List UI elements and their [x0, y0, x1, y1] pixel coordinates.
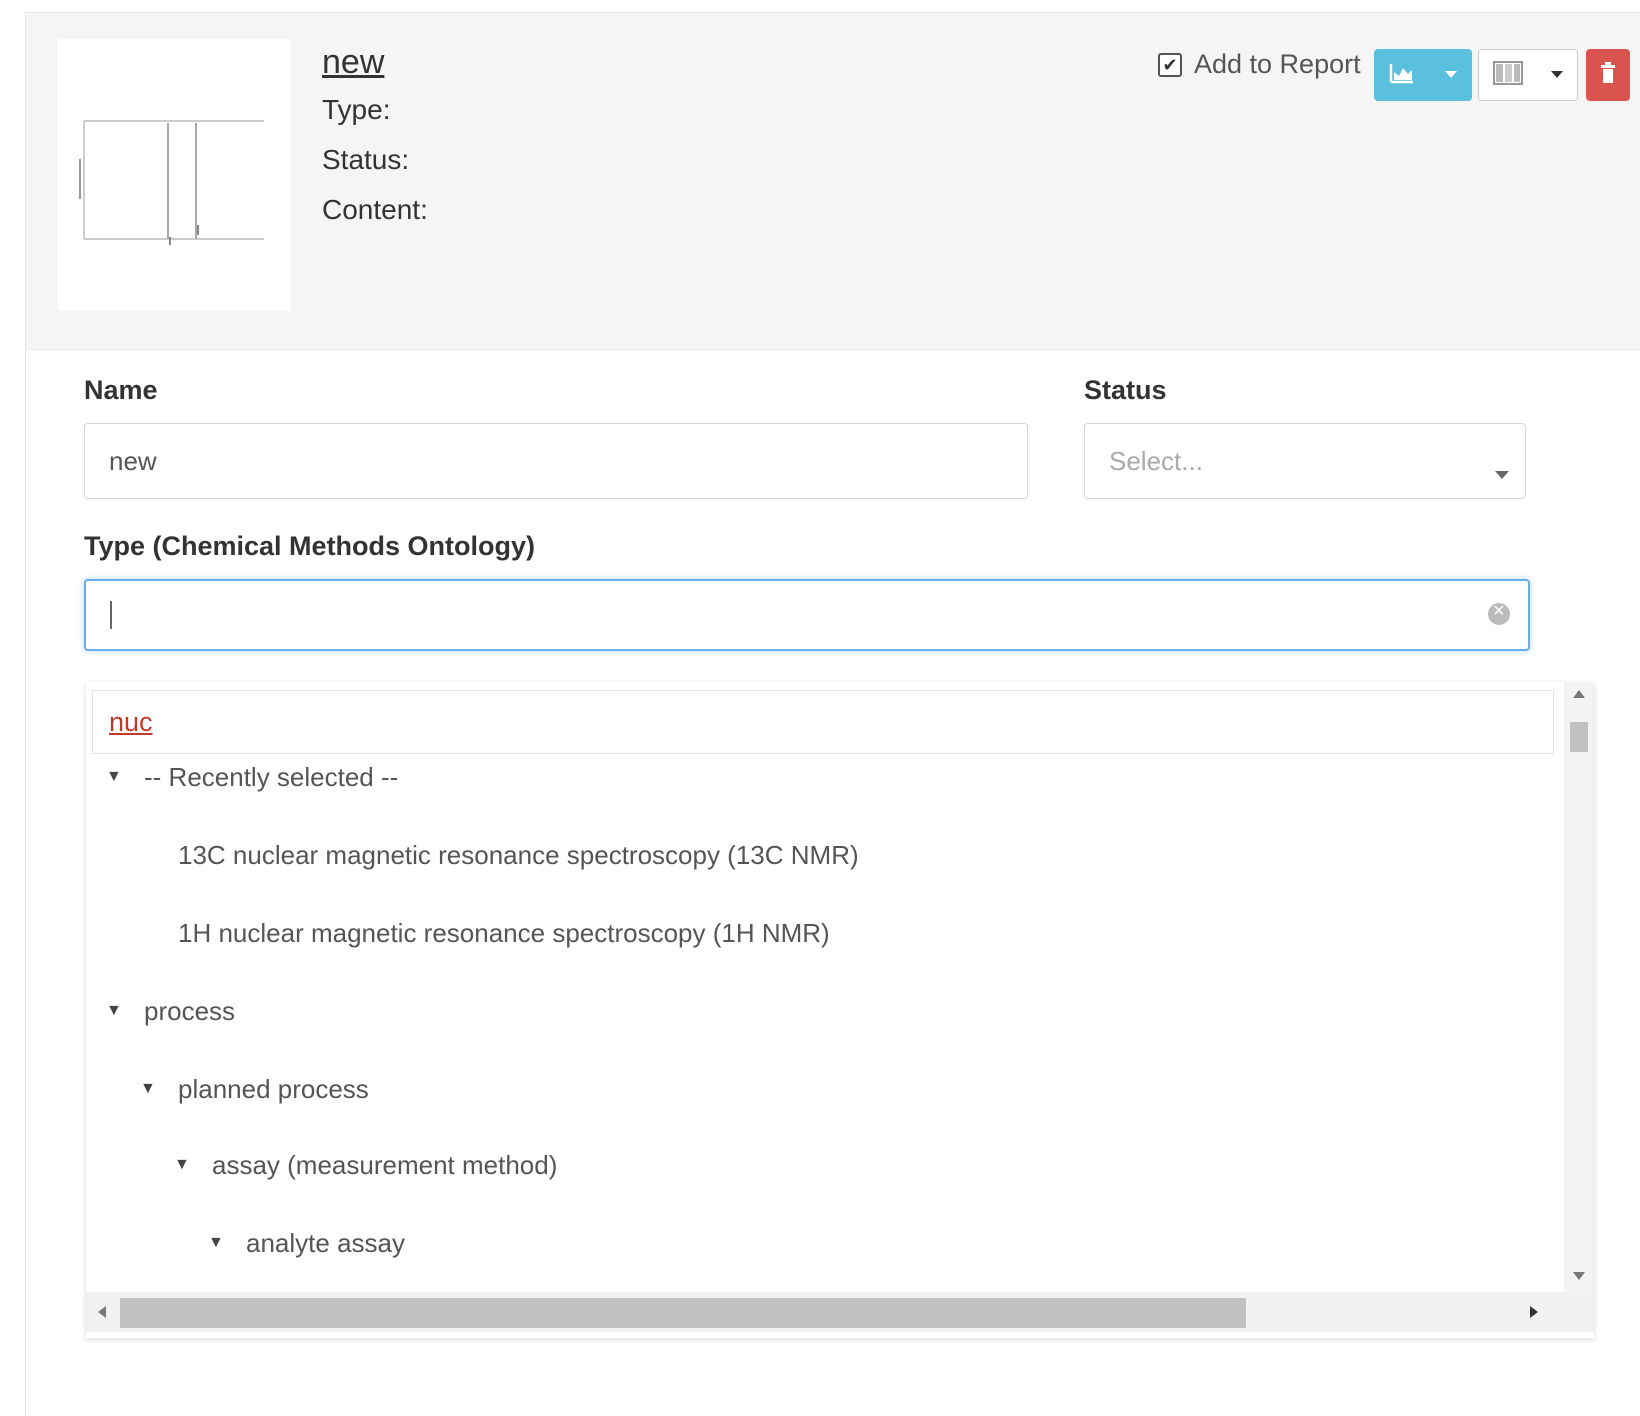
chevron-down-icon — [1495, 456, 1509, 487]
spectrum-preview-icon — [79, 120, 264, 245]
tree-node-assay[interactable]: ▼ assay (measurement method) — [174, 1150, 557, 1181]
tree-node-13c-nmr[interactable]: 13C nuclear magnetic resonance spectrosc… — [178, 840, 859, 871]
caret-down-icon[interactable]: ▼ — [106, 1002, 122, 1020]
caret-down-icon — [1551, 66, 1563, 84]
scroll-down-icon[interactable] — [1573, 1272, 1585, 1280]
type-tree-dropdown: nuc ▼ -- Recently selected -- 13C nuclea… — [86, 682, 1594, 1338]
type-input[interactable] — [84, 579, 1530, 651]
tree-node-process[interactable]: ▼ process — [106, 996, 235, 1027]
tree-node-analyte-assay[interactable]: ▼ analyte assay — [208, 1228, 405, 1259]
tree-node-label: analyte assay — [246, 1228, 405, 1258]
text-cursor — [110, 601, 112, 629]
add-to-report-label: Add to Report — [1194, 49, 1361, 79]
caret-down-icon[interactable]: ▼ — [140, 1080, 156, 1098]
spectrum-thumbnail[interactable] — [58, 39, 291, 311]
tree-node-label: 1H nuclear magnetic resonance spectrosco… — [178, 918, 830, 948]
meta-type: Type: — [322, 94, 391, 125]
name-label: Name — [84, 375, 158, 405]
chevron-down-icon[interactable] — [1445, 66, 1457, 84]
analysis-header: new Type: Status: Content: ✔ Add to Repo… — [26, 13, 1640, 350]
status-label: Status — [1084, 375, 1167, 405]
analysis-title-link[interactable]: new — [322, 43, 428, 82]
tree-node-recently-selected[interactable]: ▼ -- Recently selected -- — [106, 762, 398, 793]
tree-node-label: process — [144, 996, 236, 1026]
name-input[interactable]: new — [84, 423, 1028, 499]
tree-node-label: assay (measurement method) — [212, 1150, 558, 1180]
tree-search-input[interactable]: nuc — [92, 690, 1554, 754]
meta-status: Status: — [322, 144, 410, 175]
caret-down-icon[interactable]: ▼ — [208, 1234, 224, 1252]
tree-node-label: planned process — [178, 1074, 369, 1104]
analysis-meta: new Type: Status: Content: — [322, 43, 428, 244]
horizontal-scrollbar[interactable] — [86, 1292, 1594, 1332]
columns-dropdown-button[interactable] — [1478, 49, 1578, 101]
delete-button[interactable] — [1586, 49, 1630, 101]
tree-search-value: nuc — [109, 706, 153, 737]
spectra-editor-button[interactable] — [1374, 49, 1472, 101]
meta-content: Content: — [322, 194, 428, 225]
tree-node-label: 13C nuclear magnetic resonance spectrosc… — [178, 840, 859, 870]
columns-icon — [1493, 60, 1523, 90]
horizontal-scroll-thumb[interactable] — [120, 1298, 1246, 1328]
type-label: Type (Chemical Methods Ontology) — [84, 531, 536, 561]
vertical-scrollbar[interactable] — [1564, 682, 1594, 1292]
status-select[interactable]: Select... — [1084, 423, 1526, 499]
clear-icon[interactable] — [1488, 600, 1510, 625]
name-input-value: new — [109, 445, 157, 476]
add-to-report-checkbox[interactable]: ✔ — [1158, 52, 1182, 77]
tree-node-1h-nmr[interactable]: 1H nuclear magnetic resonance spectrosco… — [178, 918, 830, 949]
caret-down-icon[interactable]: ▼ — [174, 1156, 190, 1174]
chart-area-icon — [1389, 62, 1415, 89]
caret-down-icon[interactable]: ▼ — [106, 768, 122, 786]
tree-node-label: -- Recently selected -- — [144, 762, 399, 792]
scroll-left-icon[interactable] — [98, 1306, 106, 1318]
vertical-scroll-thumb[interactable] — [1570, 722, 1588, 752]
trash-icon — [1600, 61, 1616, 89]
scroll-up-icon[interactable] — [1573, 690, 1585, 698]
status-select-placeholder: Select... — [1109, 445, 1203, 476]
add-to-report[interactable]: ✔ Add to Report — [1158, 49, 1361, 80]
scroll-right-icon[interactable] — [1530, 1306, 1538, 1318]
tree-node-planned-process[interactable]: ▼ planned process — [140, 1074, 369, 1105]
